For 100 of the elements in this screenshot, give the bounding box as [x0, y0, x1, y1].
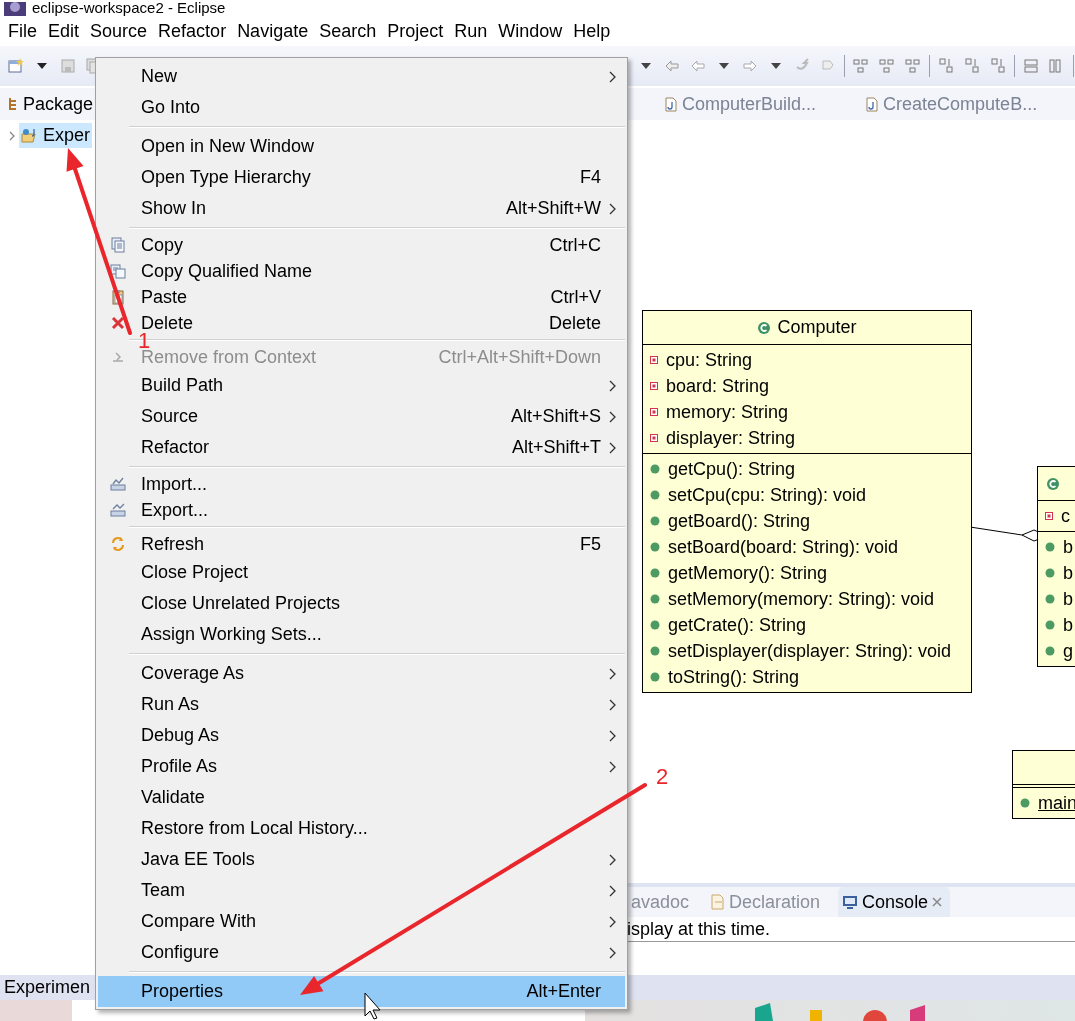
eclipse-logo-icon	[4, 2, 26, 16]
context-menu-item[interactable]: Build Path	[98, 370, 625, 401]
public-method-icon	[650, 646, 660, 656]
layout-icon[interactable]	[851, 56, 871, 76]
context-menu-item[interactable]: Close Unrelated Projects	[98, 588, 625, 619]
align-icon[interactable]	[936, 56, 956, 76]
context-menu-item[interactable]: Go Into	[98, 92, 625, 123]
field-text: memory: String	[666, 401, 789, 423]
context-menu-item[interactable]: Properties Alt+Enter	[98, 976, 625, 1007]
editor-tab[interactable]: ComputerBuild...	[665, 93, 817, 115]
context-menu-item[interactable]: Java EE Tools	[98, 844, 625, 875]
method-text: getCrate(): String	[668, 614, 807, 636]
context-menu-item[interactable]: Show In Alt+Shift+W	[98, 193, 625, 224]
java-file-icon	[665, 96, 677, 112]
view-tab[interactable]: Console	[838, 887, 951, 917]
field-text: c	[1061, 505, 1070, 527]
class-icon	[757, 320, 772, 335]
close-icon[interactable]	[932, 897, 943, 907]
menu-item[interactable]: Refactor	[154, 20, 234, 42]
class-name: Computer	[777, 317, 857, 338]
menu-item[interactable]: Source	[86, 20, 155, 42]
context-menu-item[interactable]: Export...	[98, 497, 625, 523]
context-menu-item[interactable]: Profile As	[98, 751, 625, 782]
public-method-icon	[650, 568, 660, 578]
context-menu-item[interactable]: Import...	[98, 471, 625, 497]
context-menu-item[interactable]: Restore from Local History...	[98, 813, 625, 844]
private-field-icon	[650, 382, 658, 390]
mouse-cursor-icon	[364, 992, 381, 1020]
public-method-icon	[1045, 620, 1055, 630]
tree-item[interactable]: Exper	[19, 123, 93, 148]
context-menu-item[interactable]: Configure	[98, 937, 625, 968]
menu-item[interactable]: Navigate	[233, 20, 316, 42]
context-menu-item[interactable]: Refresh F5	[98, 531, 625, 557]
context-menu-item[interactable]: Paste Ctrl+V	[98, 284, 625, 310]
panel-title[interactable]: Package	[23, 93, 94, 115]
method-text: setMemory(memory: String): void	[668, 588, 935, 610]
annotation-number: 2	[656, 764, 669, 790]
editor-tab[interactable]: CreateComputeB...	[866, 93, 1038, 115]
project-folder-icon	[21, 127, 39, 144]
context-menu-item[interactable]: Run As	[98, 689, 625, 720]
context-menu-item[interactable]: New	[98, 61, 625, 92]
context-menu-item[interactable]: Assign Working Sets...	[98, 619, 625, 650]
menu-item[interactable]: Search	[315, 20, 384, 42]
hierarchy-icon	[8, 97, 18, 111]
copy-icon	[110, 237, 126, 253]
method-text: b	[1063, 562, 1073, 584]
menu-item[interactable]: Window	[494, 20, 570, 42]
method-text: toString(): String	[668, 666, 800, 688]
menu-item[interactable]: Help	[569, 20, 618, 42]
method-text: getCpu(): String	[668, 458, 796, 480]
align-icon[interactable]	[988, 56, 1008, 76]
context-menu-item[interactable]: Source Alt+Shift+S	[98, 401, 625, 432]
context-menu-item[interactable]: Coverage As	[98, 658, 625, 689]
layout-icon[interactable]	[903, 56, 923, 76]
method-text: setDisplayer(displayer: String): void	[668, 640, 952, 662]
public-method-icon	[650, 516, 660, 526]
public-method-icon	[650, 672, 660, 682]
context-menu-item[interactable]: Close Project	[98, 557, 625, 588]
context-menu-item[interactable]: Compare With	[98, 906, 625, 937]
copy-icon	[110, 263, 126, 279]
refresh-icon	[110, 536, 126, 552]
context-menu-item[interactable]: Open Type Hierarchy F4	[98, 162, 625, 193]
context-menu-item[interactable]: Copy Ctrl+C	[98, 232, 625, 258]
public-method-icon	[1045, 646, 1055, 656]
public-method-icon	[1045, 542, 1055, 552]
context-menu-item[interactable]: Refactor Alt+Shift+T	[98, 432, 625, 463]
remove-icon	[110, 349, 126, 365]
public-method-icon	[650, 464, 660, 474]
field-text: board: String	[666, 375, 770, 397]
new-icon[interactable]	[6, 56, 26, 76]
menu-item[interactable]: Project	[383, 20, 451, 42]
context-menu-item[interactable]: Debug As	[98, 720, 625, 751]
export-icon	[110, 502, 126, 518]
clipboard-icon	[110, 289, 126, 305]
status-text: Experimen	[4, 977, 91, 998]
method-text: setCpu(cpu: String): void	[668, 484, 867, 506]
method-text: b	[1063, 588, 1073, 610]
menu-item[interactable]: Run	[450, 20, 495, 42]
import-icon	[110, 476, 126, 492]
context-menu-item[interactable]: Validate	[98, 782, 625, 813]
layout-icon[interactable]	[877, 56, 897, 76]
class-icon	[1046, 476, 1060, 491]
private-field-icon	[650, 434, 658, 442]
field-text: cpu: String	[666, 349, 753, 371]
save-icon[interactable]	[58, 56, 78, 76]
align-icon[interactable]	[962, 56, 982, 76]
method-text: g	[1063, 640, 1073, 662]
method-text: b	[1063, 614, 1073, 636]
context-menu-item[interactable]: Open in New Window	[98, 131, 625, 162]
context-menu-item[interactable]: Copy Qualified Name	[98, 258, 625, 284]
public-method-icon	[1045, 594, 1055, 604]
public-method-icon	[1045, 568, 1055, 578]
context-menu-item[interactable]: Team	[98, 875, 625, 906]
public-method-icon	[1020, 798, 1030, 808]
java-file-icon	[866, 96, 879, 112]
size-icon[interactable]	[1021, 56, 1041, 76]
delete-icon	[110, 315, 126, 331]
menu-item[interactable]: Edit	[44, 20, 87, 42]
menu-item[interactable]: File	[4, 20, 44, 42]
public-method-icon	[650, 490, 660, 500]
